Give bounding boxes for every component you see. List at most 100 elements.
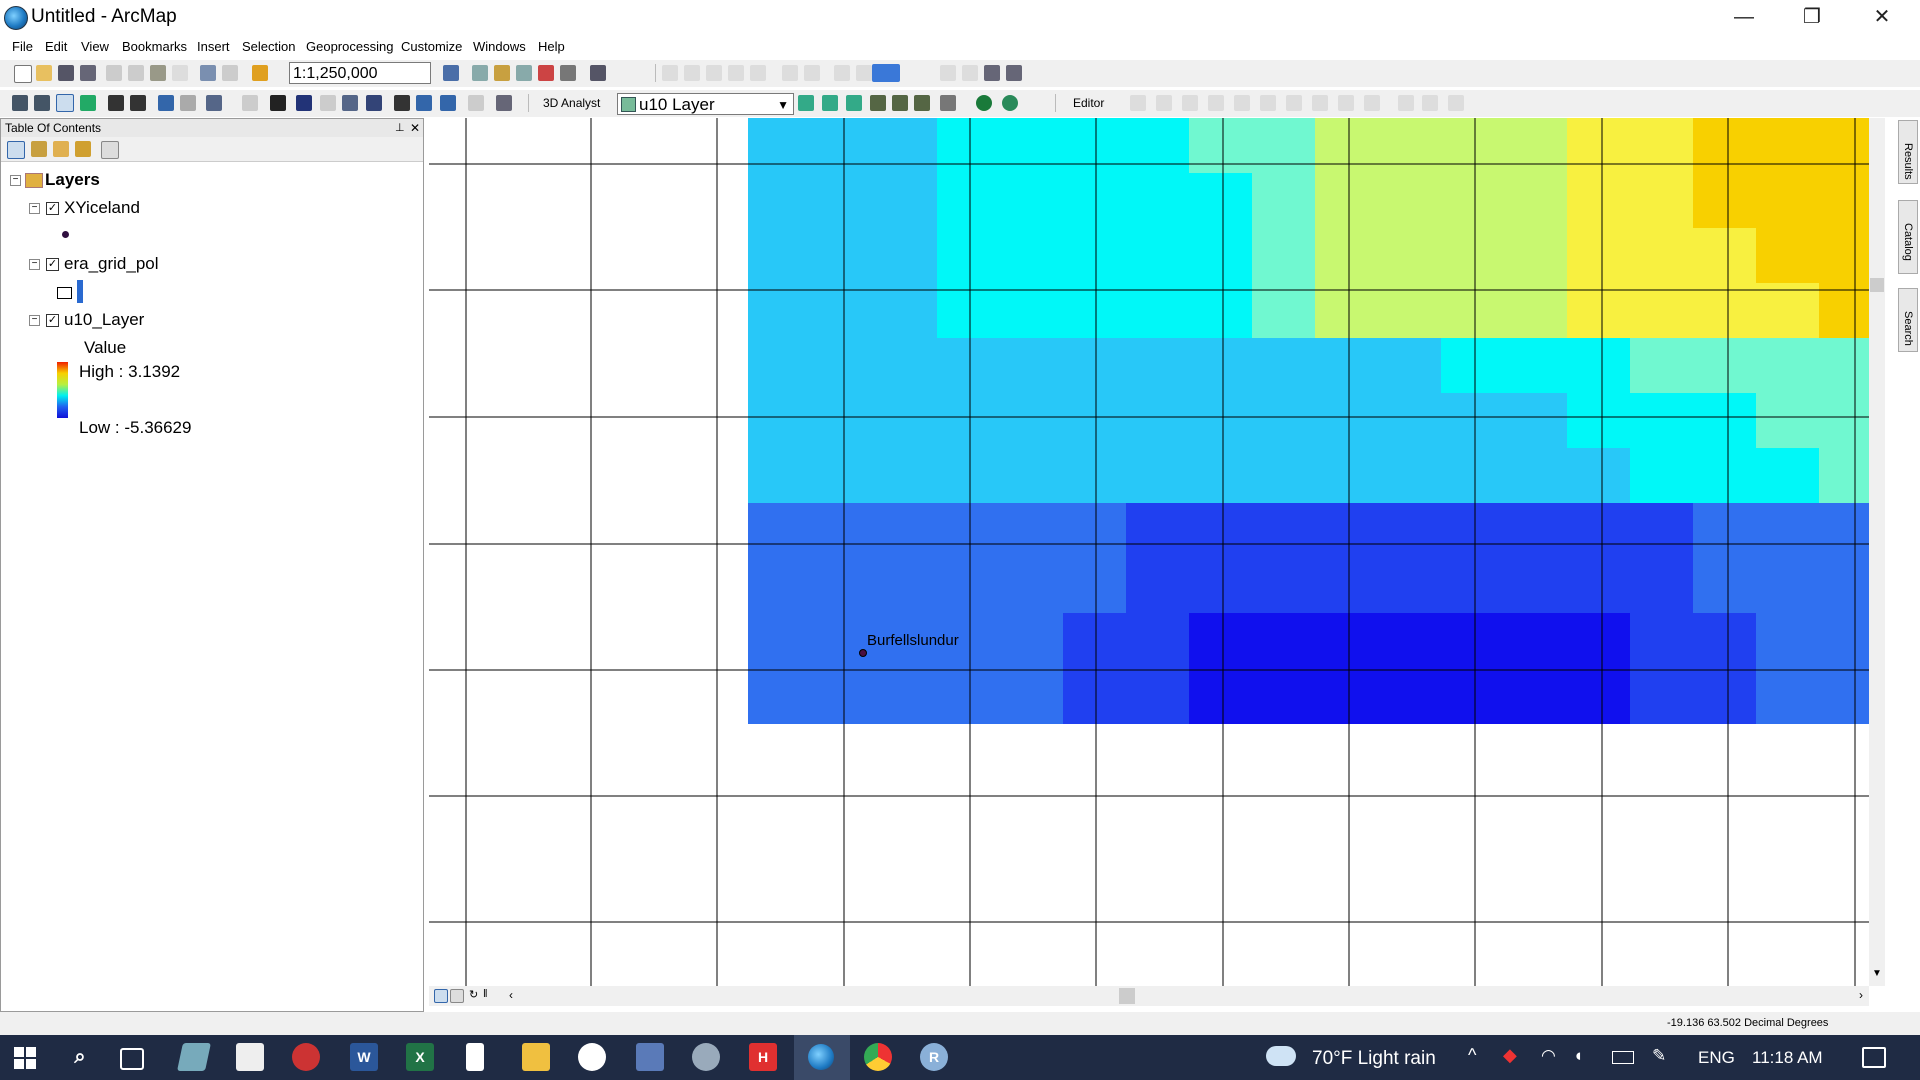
line-of-sight-icon[interactable] — [846, 95, 862, 111]
georef-7-icon[interactable] — [804, 65, 820, 81]
viewer-icon[interactable] — [468, 95, 484, 111]
cut-polygons-icon[interactable] — [1364, 95, 1380, 111]
document-icon[interactable] — [466, 1043, 484, 1071]
cut-icon[interactable] — [106, 65, 122, 81]
scroll-down-icon[interactable]: ▼ — [1872, 968, 1882, 979]
binoculars-icon[interactable] — [984, 65, 1000, 81]
attributes-icon[interactable] — [1398, 95, 1414, 111]
collapse-u10-icon[interactable]: − — [29, 315, 40, 326]
editor-menu[interactable]: Editor — [1073, 96, 1104, 110]
create-features-icon[interactable] — [1448, 95, 1464, 111]
app-icon-5[interactable] — [692, 1043, 720, 1071]
map-scale-input[interactable]: 1:1,250,000 — [289, 62, 431, 84]
pan-icon[interactable] — [56, 94, 74, 112]
measure-icon[interactable] — [342, 95, 358, 111]
reshape-icon[interactable] — [1338, 95, 1354, 111]
collapse-layers-icon[interactable]: − — [10, 175, 21, 186]
r-icon[interactable]: R — [920, 1043, 948, 1071]
layer-era-grid-pol[interactable]: era_grid_pol — [64, 254, 159, 274]
map-canvas[interactable]: Burfellslundur — [429, 118, 1869, 986]
file-explorer-icon[interactable] — [522, 1043, 550, 1071]
magnifier-icon[interactable] — [496, 95, 512, 111]
restore-button[interactable]: ❐ — [1782, 0, 1842, 34]
layer-xyiceland[interactable]: XYiceland — [64, 198, 140, 218]
layers-root[interactable]: Layers — [45, 170, 100, 190]
app-icon-2[interactable] — [236, 1043, 264, 1071]
arcscene-icon[interactable] — [976, 95, 992, 111]
list-by-drawing-order-icon[interactable] — [7, 141, 25, 159]
add-data-icon[interactable] — [252, 65, 268, 81]
new-document-icon[interactable] — [14, 65, 32, 83]
menu-windows[interactable]: Windows — [473, 39, 526, 54]
forward-icon[interactable] — [180, 95, 196, 111]
dropbox-icon[interactable]: ◆ — [1503, 1045, 1517, 1066]
paste-icon[interactable] — [150, 65, 166, 81]
clear-selection-icon[interactable] — [242, 95, 258, 111]
volume-icon[interactable]: ◖ — [1573, 1046, 1583, 1066]
weather-text[interactable]: 70°F Light rain — [1312, 1048, 1436, 1070]
georef-5-icon[interactable] — [750, 65, 766, 81]
search-icon[interactable]: ⌕ — [66, 1043, 94, 1071]
data-view-icon[interactable] — [434, 989, 448, 1003]
language-indicator[interactable]: ENG — [1698, 1048, 1735, 1068]
back-icon[interactable] — [158, 95, 174, 111]
georef-2-icon[interactable] — [684, 65, 700, 81]
menu-file[interactable]: File — [12, 39, 33, 54]
layout-icon[interactable] — [940, 65, 956, 81]
select-features-icon[interactable] — [206, 95, 222, 111]
print-icon[interactable] — [80, 65, 96, 81]
hyperlink-icon[interactable] — [1006, 65, 1022, 81]
profile-graph-icon[interactable] — [940, 95, 956, 111]
list-by-visibility-icon[interactable] — [53, 141, 69, 157]
split-icon[interactable] — [1286, 95, 1302, 111]
collapse-era-grid-icon[interactable]: − — [29, 259, 40, 270]
python-icon[interactable] — [560, 65, 576, 81]
fixed-zoom-out-icon[interactable] — [130, 95, 146, 111]
collapse-xyiceland-icon[interactable]: − — [29, 203, 40, 214]
slack-icon[interactable] — [578, 1043, 606, 1071]
rotate-icon[interactable] — [1312, 95, 1328, 111]
notes-app-icon[interactable] — [177, 1043, 211, 1071]
edit-tool-icon[interactable] — [1130, 95, 1146, 111]
pen-icon[interactable]: ✎ — [1652, 1046, 1666, 1066]
georef-9-icon[interactable] — [856, 65, 872, 81]
arctoolbox-icon[interactable] — [538, 65, 554, 81]
time-slider-icon[interactable] — [440, 95, 456, 111]
3d-analyst-menu[interactable]: 3D Analyst — [543, 96, 600, 110]
zoom-out-icon[interactable] — [34, 95, 50, 111]
go-to-xy-icon[interactable] — [416, 95, 432, 111]
vertical-scroll-thumb[interactable] — [1870, 278, 1884, 292]
toc-close-icon[interactable]: ✕ — [410, 119, 420, 137]
app-icon-h[interactable]: H — [749, 1043, 777, 1071]
layer-u10[interactable]: u10_Layer — [64, 310, 144, 330]
options-icon[interactable] — [101, 141, 119, 159]
georef-icon[interactable] — [662, 65, 678, 81]
horizontal-scrollbar[interactable]: ↻ ‖ ‹ › — [429, 986, 1869, 1006]
find-route-icon[interactable] — [366, 95, 382, 111]
scroll-right-icon[interactable]: › — [1859, 988, 1863, 1002]
georef-4-icon[interactable] — [728, 65, 744, 81]
redo-icon[interactable] — [222, 65, 238, 81]
copy-icon[interactable] — [128, 65, 144, 81]
notifications-icon[interactable] — [1862, 1047, 1886, 1068]
menu-selection[interactable]: Selection — [242, 39, 295, 54]
weather-cloud-icon[interactable] — [1266, 1046, 1296, 1066]
layout-2-icon[interactable] — [962, 65, 978, 81]
arcmap-taskbar-active[interactable] — [794, 1035, 850, 1080]
search-tab[interactable]: Search — [1898, 288, 1918, 352]
identify-icon[interactable] — [296, 95, 312, 111]
menu-insert[interactable]: Insert — [197, 39, 230, 54]
minimize-button[interactable]: — — [1714, 0, 1774, 34]
zoom-in-icon[interactable] — [12, 95, 28, 111]
chevron-up-icon[interactable]: ^ — [1468, 1045, 1476, 1066]
excel-icon[interactable]: X — [406, 1043, 434, 1071]
task-view-icon[interactable] — [120, 1048, 144, 1070]
edit-annotation-icon[interactable] — [1156, 95, 1172, 111]
scroll-left-icon[interactable]: ‹ — [509, 988, 513, 1002]
interpolate-polygon-icon[interactable] — [914, 95, 930, 111]
html-popup-icon[interactable] — [320, 95, 336, 111]
delete-icon[interactable] — [172, 65, 188, 81]
clock[interactable]: 11:18 AM — [1752, 1048, 1823, 1068]
end-point-arc-icon[interactable] — [1208, 95, 1224, 111]
menu-bookmarks[interactable]: Bookmarks — [122, 39, 187, 54]
